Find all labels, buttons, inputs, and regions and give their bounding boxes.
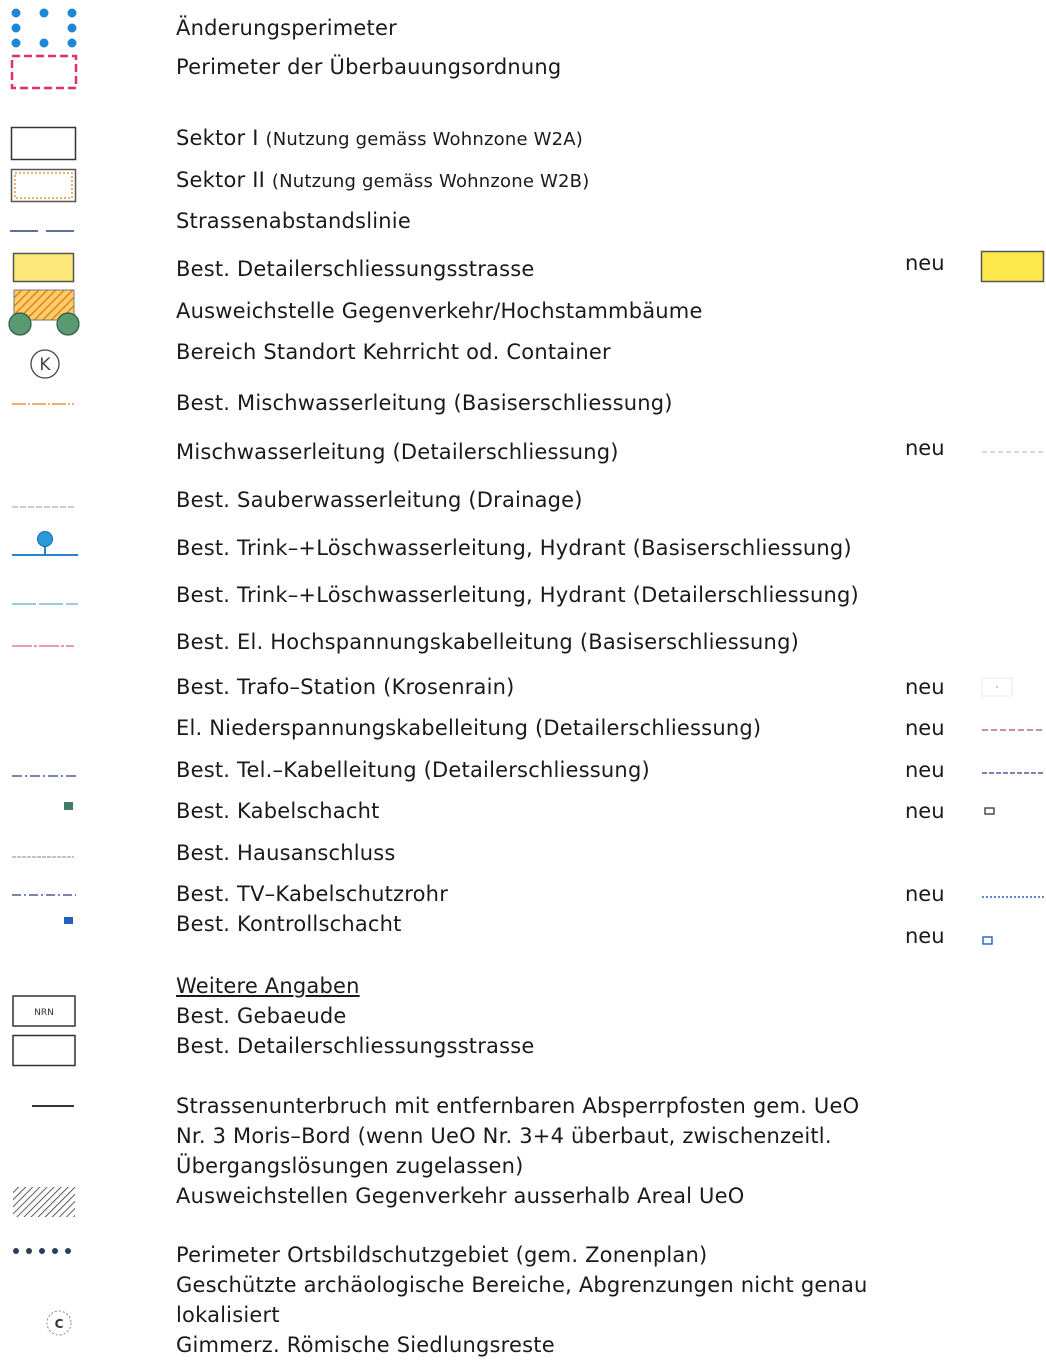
navy-dashdot-line-icon — [12, 775, 76, 777]
barrier-line-icon — [32, 1105, 74, 1107]
legend-label: Best. Kabelschacht — [176, 799, 380, 823]
legend-label: El. Niederspannungskabelleitung (Detaile… — [176, 716, 762, 740]
legend-label: Best. Trafo–Station (Krosenrain) — [176, 675, 515, 699]
section-heading: Weitere Angaben — [176, 974, 360, 998]
svg-text:K: K — [39, 355, 51, 375]
legend-label: Geschützte archäologische Bereiche, Abgr… — [176, 1273, 868, 1297]
magenta-dashed-rect-icon — [10, 54, 78, 90]
legend-label: Best. Detailerschliessungsstrasse — [176, 257, 535, 281]
legend-label: Best. Hausanschluss — [176, 841, 396, 865]
orange-outline-rect-icon — [10, 168, 77, 203]
thin-dash-line-icon — [12, 506, 74, 508]
building-icon: NRN — [12, 995, 76, 1027]
legend-label: Mischwasserleitung (Detailerschliessung) — [176, 440, 619, 464]
black-hatch-icon — [13, 1187, 75, 1217]
legend-label: Gimmerz. Römische Siedlungsreste — [176, 1333, 555, 1357]
legend-label: Strassenabstandslinie — [176, 209, 411, 233]
legend-label: Best. El. Hochspannungskabelleitung (Bas… — [176, 630, 799, 654]
legend-label: Best. Kontrollschacht — [176, 912, 402, 936]
yellow-rect-neu-icon — [980, 250, 1045, 283]
legend-label: Bereich Standort Kehrricht od. Container — [176, 340, 611, 364]
orange-line-icon — [12, 403, 74, 405]
blue-dotted-line-neu-icon — [982, 896, 1044, 898]
hydrant-icon — [12, 531, 78, 556]
k-circle-icon: K — [30, 349, 60, 379]
legend-label: Best. TV–Kabelschutzrohr — [176, 882, 449, 906]
neu-label: neu — [905, 924, 945, 948]
legend-label: Änderungsperimeter — [176, 16, 397, 40]
small-square-neu-icon — [984, 807, 995, 815]
blue-dashdot-line-icon — [12, 894, 76, 896]
legend-label: Ausweichstelle Gegenverkehr/Hochstammbäu… — [176, 299, 703, 323]
legend-label: Ausweichstellen Gegenverkehr ausserhalb … — [176, 1184, 745, 1208]
navy-dash-line-neu-icon — [982, 772, 1044, 774]
light-dash-line-neu-icon — [982, 451, 1044, 453]
legend-label: Perimeter der Überbauungsordnung — [176, 55, 562, 79]
legend-label: Best. Trink–+Löschwasserleitung, Hydrant… — [176, 583, 859, 607]
legend-label: Best. Sauberwasserleitung (Drainage) — [176, 488, 583, 512]
legend-label: Best. Gebaeude — [176, 1004, 347, 1028]
street-rect-icon — [12, 1034, 76, 1067]
label-main: Sektor I — [176, 126, 259, 150]
neu-label: neu — [905, 799, 945, 823]
label-note: (Nutzung gemäss Wohnzone W2A) — [265, 129, 584, 150]
dark-dots-icon — [13, 1248, 71, 1254]
svg-text:NRN: NRN — [34, 1008, 54, 1018]
light-blue-line-icon — [12, 603, 78, 605]
legend-label: Sektor I (Nutzung gemäss Wohnzone W2A) — [176, 123, 583, 155]
blue-square-icon — [64, 917, 73, 924]
pink-dash-line-neu-icon — [982, 729, 1044, 731]
legend-label: Perimeter Ortsbildschutzgebiet (gem. Zon… — [176, 1243, 708, 1267]
legend-label: Nr. 3 Moris–Bord (wenn UeO Nr. 3+4 überb… — [176, 1124, 832, 1148]
legend-label: Strassenunterbruch mit entfernbaren Absp… — [176, 1094, 860, 1118]
blue-dots-icon — [11, 8, 77, 48]
legend-label: lokalisiert — [176, 1303, 280, 1327]
white-rect-icon — [10, 126, 77, 161]
legend-label: Best. Tel.–Kabelleitung (Detailerschlies… — [176, 758, 650, 782]
pink-line-icon — [12, 645, 74, 647]
gray-dash-line-icon — [12, 856, 74, 858]
neu-label: neu — [905, 436, 945, 460]
legend-label: Best. Trink–+Löschwasserleitung, Hydrant… — [176, 536, 852, 560]
trafo-neu-icon — [981, 677, 1013, 697]
label-main: Sektor II — [176, 168, 265, 192]
neu-label: neu — [905, 716, 945, 740]
legend-label: Sektor II (Nutzung gemäss Wohnzone W2B) — [176, 165, 589, 197]
svg-text:C: C — [55, 1317, 64, 1331]
neu-label: neu — [905, 675, 945, 699]
navy-dash-line-icon — [10, 230, 74, 232]
neu-label: neu — [905, 251, 945, 275]
teal-square-icon — [64, 802, 73, 810]
blue-square-neu-icon — [982, 936, 993, 945]
yellow-rect-icon — [12, 252, 75, 283]
legend-label: Best. Mischwasserleitung (Basiserschlies… — [176, 391, 673, 415]
hatched-with-trees-icon — [8, 289, 80, 336]
legend-label: Übergangslösungen zugelassen) — [176, 1154, 524, 1178]
label-note: (Nutzung gemäss Wohnzone W2B) — [271, 171, 590, 192]
neu-label: neu — [905, 882, 945, 906]
neu-label: neu — [905, 758, 945, 782]
c-circle-icon: C — [46, 1310, 72, 1336]
legend-label: Best. Detailerschliessungsstrasse — [176, 1034, 535, 1058]
